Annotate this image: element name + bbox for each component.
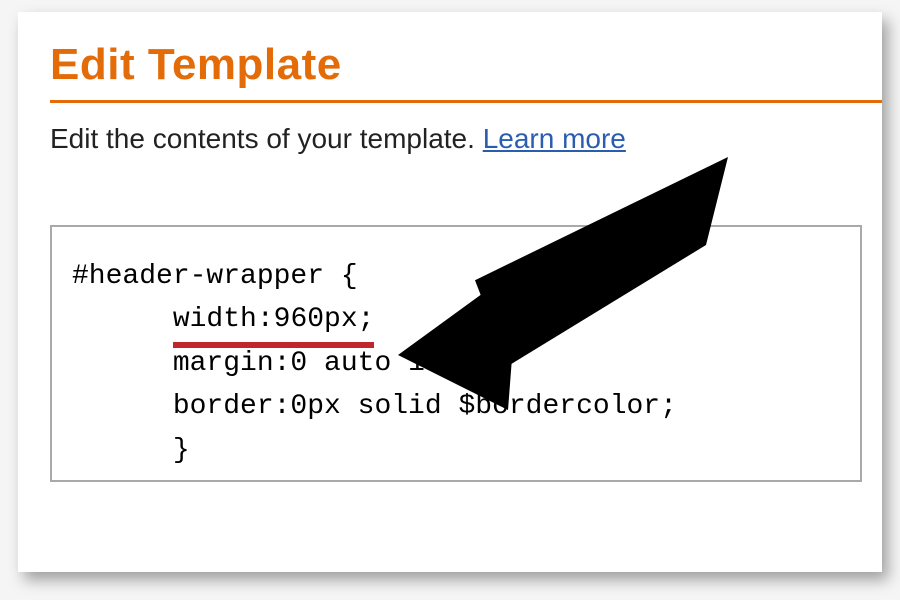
content-card: Edit Template Edit the contents of your … — [18, 12, 882, 572]
page-title: Edit Template — [50, 40, 882, 103]
learn-more-link[interactable]: Learn more — [483, 123, 626, 154]
description-prefix: Edit the contents of your template. — [50, 123, 483, 154]
code-line: } — [72, 429, 840, 472]
template-code-box[interactable]: #header-wrapper { width:960px; margin:0 … — [50, 225, 862, 482]
highlighted-code: width:960px; — [173, 298, 375, 341]
code-line: margin:0 auto 10px; — [72, 342, 840, 385]
code-line: border:0px solid $bordercolor; — [72, 385, 840, 428]
code-line: width:960px; — [72, 298, 840, 341]
description-text: Edit the contents of your template. Lear… — [50, 123, 850, 155]
code-line: #header-wrapper { — [72, 255, 840, 298]
